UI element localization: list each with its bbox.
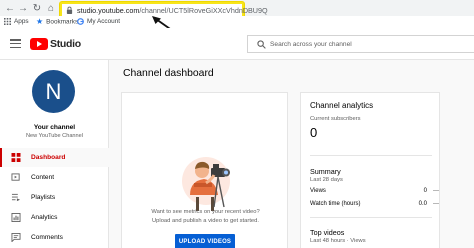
search-icon xyxy=(257,40,266,49)
top-videos-title: Top videos xyxy=(310,228,345,237)
metric-value: 0.0 xyxy=(418,201,427,207)
upload-card: Want to see metrics on your recent video… xyxy=(121,92,288,248)
home-icon[interactable]: ⌂ xyxy=(45,3,57,15)
sidebar-item-label: Analytics xyxy=(31,214,58,221)
upload-prompt-line2: Upload and publish a video to get starte… xyxy=(152,217,259,224)
bookmark-bookmarks[interactable]: ★ Bookmarks xyxy=(36,17,78,27)
bookmark-my-account[interactable]: My Account xyxy=(77,17,120,27)
bookmarks-bar: Apps ★ Bookmarks My Account xyxy=(0,16,474,28)
forward-icon[interactable]: → xyxy=(17,3,29,15)
channel-analytics-card: Channel analytics Current subscribers 0 … xyxy=(300,92,440,248)
sidebar-item-label: Dashboard xyxy=(31,154,66,161)
summary-period: Last 28 days xyxy=(310,177,343,183)
sidebar-item-label: Comments xyxy=(31,234,63,241)
sidebar: N Your channel New YouTube Channel Dashb… xyxy=(0,60,109,248)
metric-label: Views xyxy=(310,188,326,194)
subscribers-label: Current subscribers xyxy=(310,116,361,122)
sidebar-item-comments[interactable]: Comments xyxy=(0,228,109,247)
studio-header: Studio xyxy=(0,28,474,60)
summary-title: Summary xyxy=(310,167,341,176)
sidebar-item-dashboard[interactable]: Dashboard xyxy=(0,148,109,167)
search-box[interactable] xyxy=(247,35,474,53)
comments-icon xyxy=(11,233,21,242)
upload-prompt: Want to see metrics on your recent video… xyxy=(130,208,281,225)
metric-row-views: Views 0 — xyxy=(310,188,445,197)
bookmark-label: Bookmarks xyxy=(46,18,79,26)
sidebar-item-label: Playlists xyxy=(31,194,56,201)
top-videos-period: Last 48 hours · Views xyxy=(310,238,366,244)
back-icon[interactable]: ← xyxy=(4,3,16,15)
url-host: studio.youtube.com xyxy=(77,6,140,15)
google-g-icon xyxy=(77,17,84,25)
metric-label: Watch time (hours) xyxy=(310,201,361,207)
channel-title: Your channel xyxy=(33,124,76,131)
sidebar-item-content[interactable]: Content xyxy=(0,168,109,187)
metric-trend: — xyxy=(433,188,439,194)
upload-videos-button[interactable]: UPLOAD VIDEOS xyxy=(175,234,235,248)
analytics-title: Channel analytics xyxy=(310,101,374,110)
sidebar-item-analytics[interactable]: Analytics xyxy=(0,208,109,227)
search-input[interactable] xyxy=(270,38,460,50)
page-title: Channel dashboard xyxy=(123,68,214,79)
metric-trend: — xyxy=(433,201,439,207)
channel-name: New YouTube Channel xyxy=(25,133,83,139)
sidebar-item-label: Content xyxy=(31,174,55,181)
subscribers-count: 0 xyxy=(310,125,318,140)
channel-avatar[interactable]: N xyxy=(32,70,75,113)
sidebar-item-playlists[interactable]: Playlists xyxy=(0,188,109,207)
youtube-play-icon xyxy=(30,38,48,50)
divider xyxy=(310,155,432,156)
reload-icon[interactable]: ↻ xyxy=(31,3,43,15)
metric-value: 0 xyxy=(423,188,427,194)
camera-person-illustration xyxy=(182,157,230,211)
analytics-icon xyxy=(11,213,21,222)
playlists-icon xyxy=(11,193,21,202)
dashboard-icon xyxy=(11,153,21,162)
apps-grid-icon xyxy=(4,17,11,25)
metric-row-watch-time: Watch time (hours) 0.0 — xyxy=(310,201,445,210)
lock-icon xyxy=(66,6,73,14)
bookmark-label: My Account xyxy=(87,18,121,25)
star-icon: ★ xyxy=(36,17,44,26)
brand-text: Studio xyxy=(50,38,81,50)
bookmark-label: Apps xyxy=(14,18,29,25)
bookmark-apps[interactable]: Apps xyxy=(4,17,29,27)
hamburger-menu-icon[interactable] xyxy=(10,39,21,49)
divider xyxy=(310,217,432,218)
upload-prompt-line1: Want to see metrics on your recent video… xyxy=(151,209,260,215)
browser-toolbar: ← → ↻ ⌂ studio.youtube.com/channel/UCT5l… xyxy=(0,0,474,28)
content-icon xyxy=(11,173,20,181)
studio-logo[interactable]: Studio xyxy=(30,37,81,51)
